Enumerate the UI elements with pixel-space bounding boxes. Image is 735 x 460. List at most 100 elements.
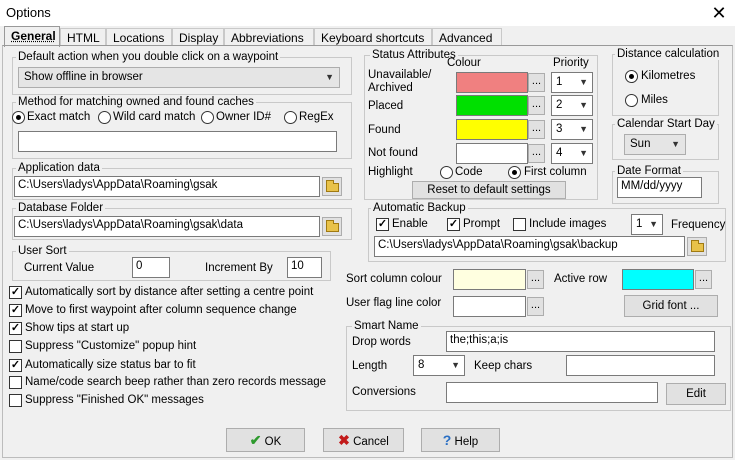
checkbox-search-beep[interactable]	[9, 376, 22, 389]
ok-button[interactable]: ✔ OK	[226, 428, 305, 452]
checkbox-backup-prompt[interactable]: ✓	[447, 218, 460, 231]
checkbox-move-first[interactable]: ✓	[9, 304, 22, 317]
placed-color-button[interactable]: ...	[528, 96, 545, 115]
radio-miles[interactable]	[625, 94, 638, 107]
not-found-color-button[interactable]: ...	[528, 144, 545, 163]
chevron-down-icon: ▼	[325, 72, 334, 82]
tab-advanced[interactable]: Advanced	[432, 28, 502, 46]
distance-calculation-label: Distance calculation	[615, 48, 722, 60]
help-icon: ?	[442, 432, 452, 448]
suppress-finished-label: Suppress "Finished OK" messages	[25, 394, 204, 406]
chevron-down-icon: ▼	[579, 77, 588, 87]
unavailable-color-button[interactable]: ...	[528, 73, 545, 92]
cancel-label: Cancel	[353, 436, 389, 448]
checkbox-auto-size-status[interactable]: ✓	[9, 359, 22, 372]
radio-highlight-first-column[interactable]	[508, 166, 521, 179]
conversions-input[interactable]	[446, 382, 658, 403]
active-row-swatch	[622, 269, 694, 290]
tab-locations[interactable]: Locations	[106, 28, 172, 46]
found-color-swatch	[456, 119, 528, 140]
keep-chars-input[interactable]	[566, 355, 715, 376]
chevron-down-icon: ▼	[671, 139, 680, 149]
sort-column-colour-swatch	[453, 269, 526, 290]
radio-wild-card-match[interactable]	[98, 111, 111, 124]
cancel-button[interactable]: ✖ Cancel	[323, 428, 404, 452]
length-value: 8	[418, 359, 425, 371]
matching-input[interactable]	[18, 131, 337, 152]
checkbox-auto-sort[interactable]: ✓	[9, 286, 22, 299]
date-format-input[interactable]: MM/dd/yyyy	[617, 177, 702, 198]
miles-label: Miles	[641, 94, 668, 106]
default-action-value: Show offline in browser	[24, 71, 143, 83]
drop-words-input[interactable]: the;this;a;is	[446, 331, 715, 352]
keep-chars-label: Keep chars	[474, 360, 533, 372]
backup-enable-label: Enable	[392, 218, 428, 230]
tab-keyboard-shortcuts[interactable]: Keyboard shortcuts	[314, 28, 432, 46]
folder-icon[interactable]	[322, 217, 342, 236]
placed-priority-select[interactable]: 2 ▼	[551, 95, 593, 116]
radio-owner-id[interactable]	[201, 111, 214, 124]
drop-words-label: Drop words	[352, 336, 411, 348]
database-folder-input[interactable]: C:\Users\ladys\AppData\Roaming\gsak\data	[14, 216, 320, 237]
unavailable-priority-value: 1	[556, 76, 563, 88]
grid-font-button[interactable]: Grid font ...	[624, 295, 718, 317]
found-color-button[interactable]: ...	[528, 120, 545, 139]
checkbox-include-images[interactable]	[513, 218, 526, 231]
radio-highlight-code[interactable]	[440, 166, 453, 179]
wild-card-match-label: Wild card match	[113, 111, 196, 123]
checkbox-backup-enable[interactable]: ✓	[376, 218, 389, 231]
tab-abbreviations[interactable]: Abbreviations	[224, 28, 314, 46]
active-row-color-button[interactable]: ...	[695, 270, 712, 289]
length-select[interactable]: 8 ▼	[413, 355, 465, 376]
help-button[interactable]: ? Help	[421, 428, 500, 452]
active-row-label: Active row	[554, 273, 608, 285]
chevron-down-icon: ▼	[579, 148, 588, 158]
checkbox-suppress-finished[interactable]	[9, 394, 22, 407]
window-title: Options	[6, 5, 51, 20]
backup-path-input[interactable]: C:\Users\ladys\AppData\Roaming\gsak\back…	[374, 236, 685, 257]
kilometres-label: Kilometres	[641, 70, 696, 82]
checkbox-suppress-customize[interactable]	[9, 340, 22, 353]
tab-html[interactable]: HTML	[60, 28, 106, 46]
tab-display[interactable]: Display	[172, 28, 224, 46]
database-folder-label: Database Folder	[16, 202, 106, 214]
calendar-start-day-select[interactable]: Sun ▼	[624, 134, 686, 155]
smart-name-label: Smart Name	[352, 320, 421, 332]
increment-by-input[interactable]: 10	[287, 257, 322, 278]
not-found-priority-value: 4	[556, 147, 563, 159]
close-icon[interactable]: ✕	[707, 1, 731, 25]
edit-conversions-button[interactable]: Edit	[666, 383, 726, 405]
found-priority-select[interactable]: 3 ▼	[551, 119, 593, 140]
radio-regex[interactable]	[284, 111, 297, 124]
reset-defaults-button[interactable]: Reset to default settings	[412, 181, 566, 199]
distance-calculation-group	[612, 54, 719, 116]
user-flag-line-color-label: User flag line color	[346, 297, 442, 309]
user-sort-label: User Sort	[16, 245, 69, 257]
owner-id-label: Owner ID#	[216, 111, 271, 123]
application-data-input[interactable]: C:\Users\ladys\AppData\Roaming\gsak	[14, 176, 320, 197]
calendar-start-day-label: Calendar Start Day	[615, 118, 717, 130]
checkbox-show-tips[interactable]: ✓	[9, 322, 22, 335]
radio-exact-match[interactable]	[12, 111, 25, 124]
folder-icon[interactable]	[322, 177, 342, 196]
exact-match-label: Exact match	[27, 111, 91, 123]
current-value-input[interactable]: 0	[132, 257, 170, 278]
include-images-label: Include images	[529, 218, 607, 230]
check-icon: ✔	[249, 432, 262, 448]
highlight-label: Highlight	[368, 166, 413, 178]
radio-kilometres[interactable]	[625, 70, 638, 83]
not-found-label: Not found	[368, 147, 418, 159]
unavailable-priority-select[interactable]: 1 ▼	[551, 72, 593, 93]
move-first-label: Move to first waypoint after column sequ…	[25, 304, 297, 316]
sort-column-colour-button[interactable]: ...	[527, 270, 544, 289]
default-action-select[interactable]: Show offline in browser ▼	[18, 67, 340, 88]
matching-label: Method for matching owned and found cach…	[16, 96, 256, 108]
tab-general[interactable]: General	[4, 26, 60, 47]
chevron-down-icon: ▼	[649, 219, 658, 229]
auto-size-status-label: Automatically size status bar to fit	[25, 359, 196, 371]
folder-icon[interactable]	[687, 237, 707, 256]
not-found-priority-select[interactable]: 4 ▼	[551, 143, 593, 164]
backup-frequency-select[interactable]: 1 ▼	[631, 214, 663, 235]
found-priority-value: 3	[556, 123, 563, 135]
user-flag-color-button[interactable]: ...	[527, 297, 544, 316]
